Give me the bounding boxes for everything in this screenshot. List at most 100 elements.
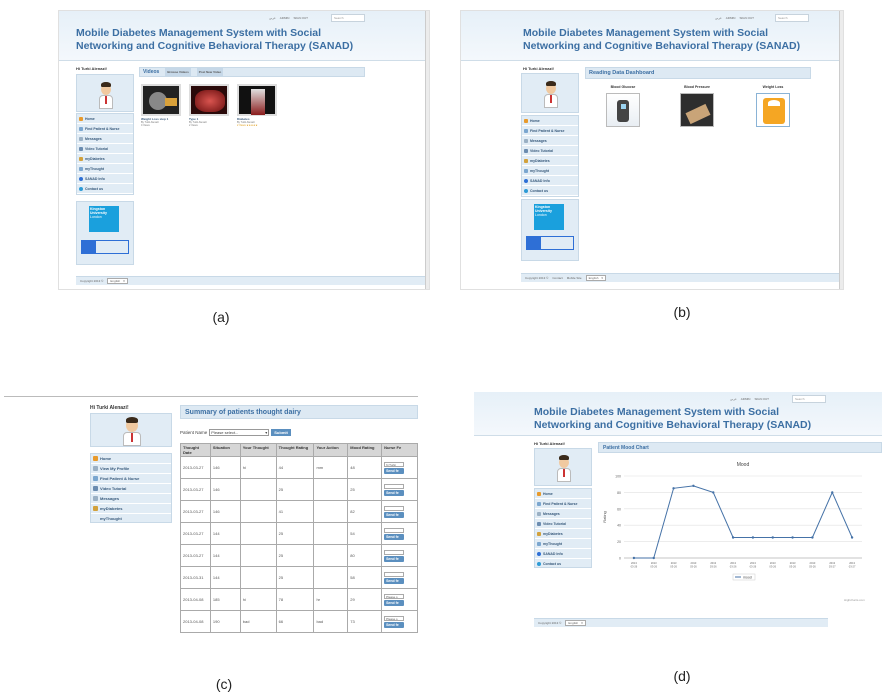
video-card[interactable]: Weight Loss step 1 By Turki Alenazi 0 Vi…: [141, 84, 181, 127]
toplink-arabic[interactable]: عربي: [730, 397, 737, 401]
sidebar-item-home[interactable]: Home: [535, 489, 591, 499]
glucose-meter-icon[interactable]: [606, 93, 640, 127]
video-card[interactable]: Diabetes By Turki Alenazi 2 Views ★★★★★: [237, 84, 277, 127]
video-thumbnail[interactable]: [141, 84, 181, 116]
sidebar-item-find[interactable]: Find Patient & Nurse: [535, 499, 591, 509]
sidebar-item-find[interactable]: Find Patient & Nurse: [522, 126, 578, 136]
scale-icon[interactable]: [756, 93, 790, 127]
sidebar-menu: Home View My Profile Find Patient & Nurs…: [90, 453, 172, 524]
send-feedback-button[interactable]: Send fe: [384, 621, 405, 628]
sidebar-item-mydiabetes[interactable]: myDiabetes: [77, 154, 133, 164]
toplink-signout[interactable]: SIGN OUT: [754, 397, 769, 401]
sidebar-item-profile[interactable]: View My Profile: [91, 464, 171, 474]
feedback-input[interactable]: [384, 549, 405, 555]
feedback-input[interactable]: [384, 527, 405, 533]
feedback-input[interactable]: [384, 505, 405, 511]
feedback-input[interactable]: [384, 571, 405, 577]
language-select[interactable]: English ▾: [585, 275, 606, 281]
x-tick-label: 03-26: [650, 565, 657, 569]
toplink-signout[interactable]: SIGN OUT: [739, 16, 754, 20]
caption-c: (c): [215, 676, 233, 692]
sidebar-item-home[interactable]: Home: [91, 454, 171, 464]
tab-browse-videos[interactable]: Browse Videos: [165, 68, 191, 76]
toplink-arabic[interactable]: عربي: [715, 16, 722, 20]
feedback-input[interactable]: [384, 483, 405, 489]
sidebar-item-messages[interactable]: Messages: [77, 134, 133, 144]
send-feedback-button[interactable]: Send fe: [384, 467, 405, 474]
profile-avatar-box: [534, 448, 592, 486]
top-links: عربي ADMIN SIGN OUT: [730, 397, 769, 401]
kingston-logo-box: Kingston University London: [76, 201, 134, 265]
data-point: [751, 536, 755, 539]
sidebar-item-info[interactable]: SANAD Info: [522, 176, 578, 186]
sidebar-item-mythought[interactable]: myThought: [522, 166, 578, 176]
sidebar-item-find[interactable]: Find Patient & Nurse: [91, 474, 171, 484]
sidebar-item-find[interactable]: Find Patient & Nurse: [77, 124, 133, 134]
sidebar-item-mythought[interactable]: myThought: [535, 539, 591, 549]
sidebar-item-home[interactable]: Home: [522, 116, 578, 126]
reading-weight-loss[interactable]: Weight Loss: [753, 85, 793, 127]
sidebar-item-messages[interactable]: Messages: [535, 509, 591, 519]
toplink-signout[interactable]: SIGN OUT: [293, 16, 308, 20]
video-thumbnail[interactable]: [237, 84, 277, 116]
send-feedback-button[interactable]: Send fe: [384, 555, 405, 562]
reading-blood-pressure[interactable]: Blood Pressure: [677, 85, 717, 127]
toplink-arabic[interactable]: عربي: [269, 16, 276, 20]
sidebar-item-messages[interactable]: Messages: [91, 494, 171, 504]
sidebar-item-contact[interactable]: Contact us: [522, 186, 578, 196]
footer-link-contact[interactable]: Contact: [552, 276, 562, 280]
tab-post-video[interactable]: Post New Video: [196, 68, 224, 76]
blood-pressure-icon[interactable]: [680, 93, 714, 127]
sidebar-item-messages[interactable]: Messages: [522, 136, 578, 146]
sidebar-item-mydiabetes[interactable]: myDiabetes: [535, 529, 591, 539]
language-select[interactable]: English ▾: [107, 278, 128, 284]
patient-select[interactable]: Please select... ▾: [209, 429, 270, 436]
video-card[interactable]: Type 1 By Turki Alenazi 2 Views: [189, 84, 229, 127]
data-point: [632, 556, 636, 560]
feedback-input[interactable]: hi Turki: [384, 461, 405, 467]
sidebar-item-contact[interactable]: Contact us: [77, 184, 133, 194]
submit-button[interactable]: Submit: [271, 429, 291, 436]
data-point: [811, 536, 814, 539]
send-feedback-button[interactable]: Send fe: [384, 489, 405, 496]
sidebar-item-video[interactable]: Video Tutorial: [91, 484, 171, 494]
pen-icon: [79, 166, 83, 171]
feedback-input[interactable]: Please s: [384, 615, 405, 621]
data-point: [712, 491, 715, 494]
chevron-down-icon: ▾: [265, 430, 268, 435]
language-select[interactable]: English ▾: [565, 620, 586, 626]
toplink-admin[interactable]: ADMIN: [726, 16, 736, 20]
x-tick-label: 2013: [810, 561, 816, 565]
sidebar-item-mythought[interactable]: myThought: [91, 514, 171, 524]
search-input[interactable]: Search: [331, 14, 365, 22]
x-tick-label: 2013: [829, 561, 835, 565]
send-feedback-button[interactable]: Send fe: [384, 533, 405, 540]
sidebar-item-home[interactable]: Home: [77, 114, 133, 124]
sidebar-item-mydiabetes[interactable]: myDiabetes: [91, 504, 171, 514]
search-input[interactable]: Search: [775, 14, 809, 22]
send-feedback-button[interactable]: Send fe: [384, 577, 405, 584]
scrollbar[interactable]: [839, 11, 843, 289]
toplink-admin[interactable]: ADMIN: [741, 397, 751, 401]
x-tick-label: 2013: [790, 561, 796, 565]
chevron-down-icon: ▾: [581, 621, 583, 625]
send-feedback-button[interactable]: Send fe: [384, 599, 405, 606]
video-thumbnail[interactable]: [189, 84, 229, 116]
sidebar-item-video[interactable]: Video Tutorial: [522, 146, 578, 156]
send-feedback-button[interactable]: Send fe: [384, 511, 405, 518]
sidebar-item-video[interactable]: Video Tutorial: [77, 144, 133, 154]
scrollbar[interactable]: [425, 11, 429, 289]
legend-label: mood: [743, 576, 752, 580]
sidebar-item-info[interactable]: SANAD Info: [77, 174, 133, 184]
sidebar-item-mythought[interactable]: myThought: [77, 164, 133, 174]
sidebar-item-mydiabetes[interactable]: myDiabetes: [522, 156, 578, 166]
footer-link-mobile[interactable]: Mobile Site: [567, 276, 582, 280]
search-input[interactable]: Search: [792, 395, 826, 403]
sidebar-item-video[interactable]: Video Tutorial: [535, 519, 591, 529]
feedback-input[interactable]: Please s: [384, 593, 405, 599]
search-icon: [93, 476, 98, 481]
sidebar-item-info[interactable]: SANAD Info: [535, 549, 591, 559]
toplink-admin[interactable]: ADMIN: [280, 16, 290, 20]
sidebar-item-contact[interactable]: Contact us: [535, 559, 591, 569]
reading-blood-glucose[interactable]: Blood Glucose: [603, 85, 643, 127]
